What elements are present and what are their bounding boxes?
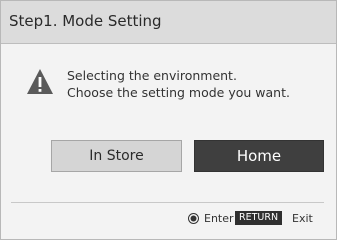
- mode-setting-dialog: Step1. Mode Setting Selecting the enviro…: [0, 0, 337, 240]
- dialog-title: Step1. Mode Setting: [9, 12, 162, 30]
- message-line-1: Selecting the environment.: [67, 68, 237, 83]
- footer-divider: [11, 202, 324, 203]
- ok-button-icon: [188, 213, 199, 224]
- warning-triangle-icon: [27, 69, 53, 94]
- return-key-badge: RETURN: [235, 211, 283, 225]
- exit-hint-label: Exit: [292, 212, 313, 225]
- in-store-button[interactable]: In Store: [51, 140, 182, 172]
- dialog-message: Selecting the environment. Choose the se…: [67, 67, 290, 101]
- enter-hint-label: Enter: [204, 212, 234, 225]
- home-button[interactable]: Home: [194, 140, 324, 172]
- message-line-2: Choose the setting mode you want.: [67, 85, 290, 100]
- dialog-header: Step1. Mode Setting: [1, 1, 336, 44]
